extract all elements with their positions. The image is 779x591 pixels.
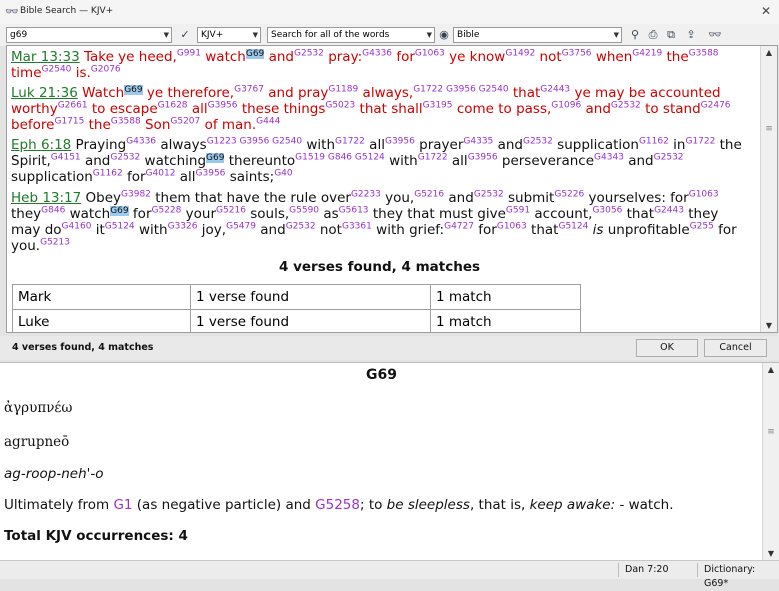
strongs-link-g5258[interactable]: G5258 [315,497,360,513]
verse-reference-link[interactable]: Eph 6:18 [11,137,71,153]
spell-check-icon[interactable]: ✓ [177,27,193,42]
pronunciation: ag-roop-neh'-o [4,466,104,482]
verse-result-heb-13-17: Heb 13:17 ObeyG3982 them that have the r… [11,189,737,254]
scrollbar-grip[interactable]: ≡ [765,124,773,134]
verse-result-mar-13-33: Mar 13:33 Take ye heed,G991 watchG69 and… [11,48,719,81]
scope-select[interactable]: Bible ▼ [453,27,622,43]
search-mode-select[interactable]: Search for all of the words ▼ [267,27,435,43]
table-cell-book: Luke [12,309,191,332]
status-text: 4 verses found, 4 matches [12,342,154,353]
scrollbar-grip[interactable]: ≡ [767,427,775,437]
chevron-down-icon[interactable]: ▼ [164,28,169,42]
table-cell-matches: 1 match [430,309,581,332]
print-icon[interactable]: ⎙ [645,27,661,42]
dictionary-pane: G69 ἀγρυπνέω agrupneō ag-roop-neh'-o Ult… [0,362,779,560]
definition: Ultimately from G1 (as negative particle… [4,497,674,513]
strongs-link-g1[interactable]: G1 [113,497,132,513]
main-status-bar: Dan 7:20 Dictionary: G69* [0,560,779,589]
verse-reference-link[interactable]: Mar 13:33 [11,49,80,65]
current-reference[interactable]: Dan 7:20 [618,563,669,577]
scroll-down-icon[interactable]: ▼ [763,549,779,558]
chevron-down-icon[interactable]: ▼ [614,28,619,42]
scroll-down-icon[interactable]: ▼ [761,321,777,330]
binoculars-icon: 👓 [5,5,19,18]
table-cell-matches: 1 match [430,284,581,310]
results-scrollbar[interactable]: ▲ ≡ ▼ [760,46,777,332]
current-dictionary-entry[interactable]: Dictionary: G69* [697,563,779,589]
search-toolbar: g69 ▼ ✓ KJV+ ▼ Search for all of the wor… [0,24,779,46]
transliteration: agrupneō [4,434,70,450]
table-cell-verses: 1 verse found [190,309,431,332]
table-row[interactable]: Luke 1 verse found 1 match [12,309,581,332]
chevron-down-icon[interactable]: ▼ [253,28,258,42]
chevron-down-icon[interactable]: ▼ [427,28,432,42]
table-cell-verses: 1 verse found [190,284,431,310]
scroll-up-icon[interactable]: ▲ [763,365,779,374]
search-icon[interactable]: ⚲ [627,27,643,42]
title-bar: 👓 Bible Search — KJV+ ✕ [0,0,779,25]
scope-icon[interactable]: ◉ [436,27,452,42]
verse-result-luk-21-36: Luk 21:36 WatchG69 ye therefore,G3767 an… [11,84,731,133]
verse-reference-link[interactable]: Heb 13:17 [11,190,81,206]
cancel-button[interactable]: Cancel [704,339,767,357]
dictionary-scrollbar[interactable]: ▲ ≡ ▼ [762,363,779,560]
close-icon[interactable]: ✕ [761,4,771,18]
copy-icon[interactable]: ⧉ [663,27,679,42]
results-summary: 4 verses found, 4 matches [278,259,481,275]
search-status-bar: 4 verses found, 4 matches OK Cancel [0,336,779,360]
export-icon[interactable]: ⇪ [683,27,699,42]
ok-button[interactable]: OK [636,339,698,357]
verse-reference-link[interactable]: Luk 21:36 [11,85,78,101]
search-input[interactable]: g69 ▼ [6,27,172,43]
total-occurrences: Total KJV occurrences: 4 [4,528,188,544]
table-cell-book: Mark [12,284,191,310]
dictionary-heading: G69 [366,367,397,383]
table-row[interactable]: Mark 1 verse found 1 match [12,284,581,310]
version-select[interactable]: KJV+ ▼ [197,27,261,43]
results-count-table: Mark 1 verse found 1 match Luke 1 verse … [12,284,581,332]
window-title: Bible Search — KJV+ [20,6,114,16]
search-results-pane: Mar 13:33 Take ye heed,G991 watchG69 and… [6,45,778,333]
greek-word: ἀγρυπνέω [4,400,73,416]
verse-result-eph-6-18: Eph 6:18 PrayingG4336 alwaysG1223 G3956 … [11,136,742,185]
binoculars-icon[interactable]: 👓 [707,27,723,42]
scroll-up-icon[interactable]: ▲ [761,48,777,57]
